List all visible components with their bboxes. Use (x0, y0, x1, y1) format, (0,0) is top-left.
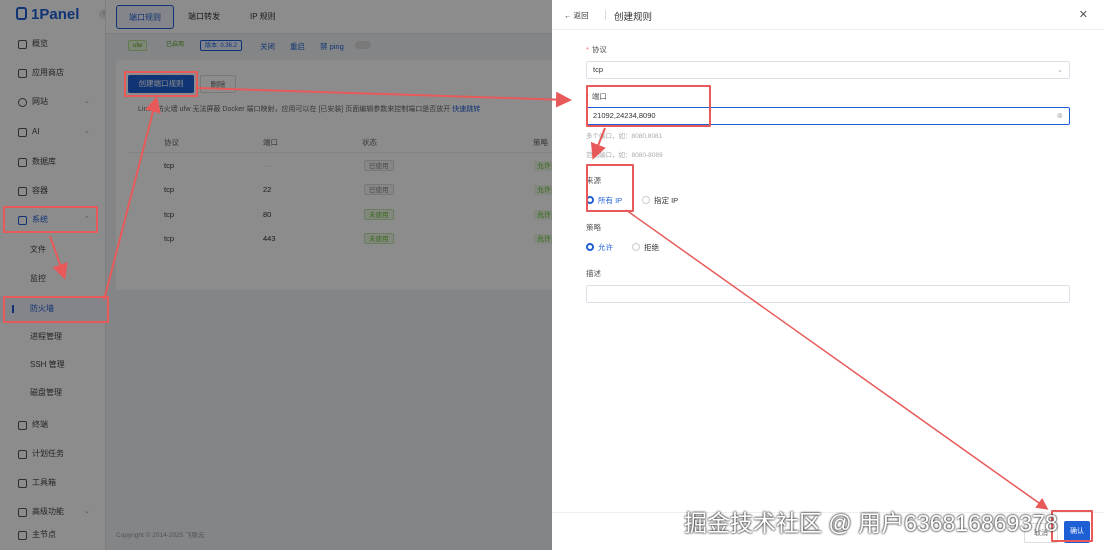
protocol-select[interactable]: tcp ⌄ (586, 61, 1070, 79)
radio-specific-ip[interactable]: 指定 IP (642, 195, 678, 206)
highlight-box-source (586, 164, 634, 212)
highlight-box-port (586, 85, 711, 127)
port-hint-multiple: 多个端口，如：8080,8081 (586, 133, 663, 140)
clear-icon[interactable]: ⊗ (1057, 108, 1063, 124)
drawer-header: ← 返回 创建规则 ✕ (552, 0, 1104, 30)
divider (605, 10, 606, 20)
highlight-box-system (3, 206, 98, 233)
close-icon[interactable]: ✕ (1079, 8, 1088, 21)
protocol-label: * 协议 (586, 45, 607, 54)
arrow-left-icon: ← (564, 11, 574, 20)
highlight-box-firewall (3, 296, 109, 323)
highlight-box-create (124, 71, 198, 97)
description-input[interactable] (586, 285, 1070, 303)
drawer-title: 创建规则 (614, 12, 653, 23)
back-button[interactable]: ← 返回 (564, 10, 589, 21)
radio-deny[interactable]: 拒绝 (632, 242, 659, 253)
description-label: 描述 (586, 269, 601, 278)
watermark: 掘金技术社区 @ 用户636816869378 (684, 510, 1058, 536)
modal-overlay[interactable] (0, 0, 552, 550)
port-hint-range: 范围端口，如：8080-8089 (586, 152, 663, 159)
create-rule-drawer: ← 返回 创建规则 ✕ * 协议 tcp ⌄ * 端口 21092,24234,809… (552, 0, 1104, 550)
strategy-label: 策略 (586, 223, 601, 232)
chevron-down-icon: ⌄ (1056, 65, 1063, 74)
radio-allow[interactable]: 允许 (586, 242, 613, 253)
